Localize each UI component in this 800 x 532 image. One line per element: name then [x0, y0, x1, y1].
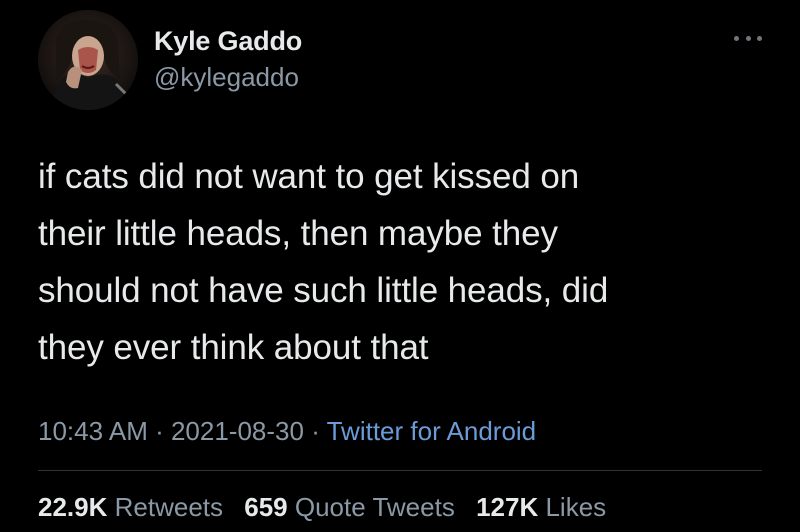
dot — [757, 35, 762, 41]
divider — [38, 470, 762, 471]
retweets-stat[interactable]: 22.9K Retweets — [38, 490, 223, 524]
dot — [734, 35, 739, 41]
avatar-image — [38, 10, 138, 110]
tweet-date[interactable]: 2021-08-30 — [171, 416, 304, 446]
tweet-text-line: if cats did not want to get kissed on — [38, 157, 580, 196]
tweet-stats: 22.9K Retweets 659 Quote Tweets 127K Lik… — [38, 490, 620, 524]
tweet-card: Kyle Gaddo @kylegaddo if cats did not wa… — [0, 0, 800, 532]
likes-stat[interactable]: 127K Likes — [476, 490, 606, 524]
dot — [745, 35, 751, 41]
tweet-source-link[interactable]: Twitter for Android — [327, 416, 537, 446]
tweet-text: if cats did not want to get kissed on th… — [38, 148, 768, 376]
retweets-count: 22.9K — [38, 492, 108, 522]
tweet-text-line: should not have such little heads, did — [38, 271, 609, 310]
retweets-label: Retweets — [114, 492, 224, 522]
tweet-time[interactable]: 10:43 AM — [38, 416, 148, 446]
display-name[interactable]: Kyle Gaddo — [154, 24, 302, 58]
more-horizontal-icon[interactable] — [734, 28, 762, 48]
meta-separator: · — [303, 416, 327, 446]
user-handle[interactable]: @kylegaddo — [154, 60, 302, 94]
author-info: Kyle Gaddo @kylegaddo — [154, 24, 302, 94]
avatar[interactable] — [38, 10, 138, 110]
likes-label: Likes — [545, 492, 607, 522]
quote-tweets-count: 659 — [244, 492, 288, 522]
quote-tweets-stat[interactable]: 659 Quote Tweets — [244, 490, 455, 524]
tweet-text-line: their little heads, then maybe they — [38, 214, 558, 253]
meta-separator: · — [147, 416, 171, 446]
tweet-meta: 10:43 AM · 2021-08-30 · Twitter for Andr… — [38, 414, 536, 448]
tweet-text-line: they ever think about that — [38, 328, 429, 367]
likes-count: 127K — [476, 492, 539, 522]
quote-tweets-label: Quote Tweets — [294, 492, 455, 522]
